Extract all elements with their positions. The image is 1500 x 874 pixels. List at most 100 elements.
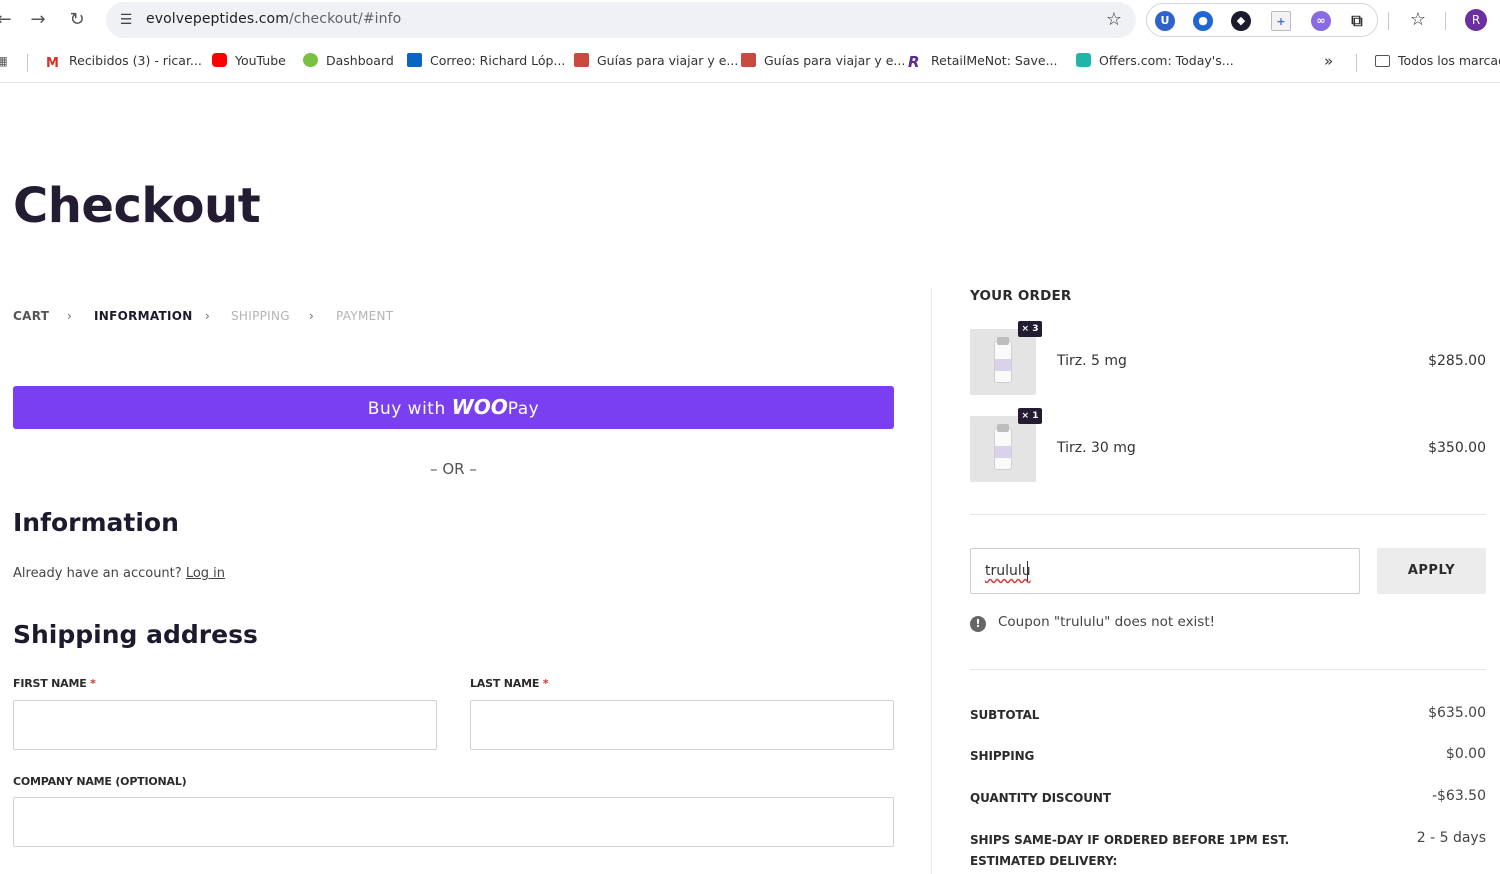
bookmark-item[interactable]: Offers.com: Today's... <box>1076 52 1234 70</box>
breadcrumb-payment: PAYMENT <box>336 309 394 323</box>
site-settings-icon[interactable]: ☰ <box>116 10 136 30</box>
login-link[interactable]: Log in <box>186 566 225 581</box>
text-caret <box>1027 561 1028 581</box>
or-divider: – OR – <box>430 460 477 478</box>
item-price: $350.00 <box>1428 440 1486 456</box>
shield-extension-icon[interactable]: ◆ <box>1231 11 1251 31</box>
last-name-label: LAST NAME * <box>470 677 549 690</box>
quantity-discount-label: QUANTITY DISCOUNT <box>970 791 1111 805</box>
page-title: Checkout <box>13 178 261 234</box>
url-path: /checkout/#info <box>288 11 402 27</box>
profile-avatar[interactable]: R <box>1465 9 1487 31</box>
first-name-field[interactable] <box>13 700 437 750</box>
bookmarks-bar: ▦ M Recibidos (3) - ricar... YouTube Dash… <box>0 48 1500 74</box>
chevron-right-icon: › <box>67 309 73 323</box>
reload-icon[interactable]: ↻ <box>65 8 89 32</box>
forward-icon[interactable]: → <box>26 8 50 32</box>
vial-cap <box>997 337 1009 345</box>
puzzle-extensions-icon[interactable]: ⧉ <box>1347 11 1367 31</box>
browser-chrome: ← → ↻ ☰ evolvepeptides.com/checkout/#inf… <box>0 0 1500 83</box>
vial-label <box>995 446 1011 458</box>
bookmarks-star-icon[interactable]: ☆ <box>1406 8 1430 32</box>
screen-capture-extension-icon[interactable]: + <box>1271 11 1291 31</box>
required-mark: * <box>90 677 96 690</box>
all-bookmarks-label: Todos los marcad <box>1398 53 1500 68</box>
address-bar[interactable]: ☰ evolvepeptides.com/checkout/#info ☆ <box>106 2 1136 38</box>
vial-cap <box>997 424 1009 432</box>
delivery-label-line-2: ESTIMATED DELIVERY: <box>970 854 1118 868</box>
last-name-field[interactable] <box>470 700 894 750</box>
folder-icon <box>1375 55 1390 67</box>
bookmark-label: Offers.com: Today's... <box>1099 53 1234 68</box>
apply-coupon-button[interactable]: APPLY <box>1377 548 1486 594</box>
offers-icon <box>1076 53 1091 67</box>
woopay-button[interactable]: Buy with WOOPay <box>13 386 894 429</box>
delivery-label-line-1: SHIPS SAME-DAY IF ORDERED BEFORE 1PM EST… <box>970 833 1290 847</box>
globe-extension-icon[interactable]: ● <box>1193 11 1213 31</box>
quantity-badge: × 1 <box>1018 408 1042 424</box>
bookmark-item[interactable]: Correo: Richard Lóp... <box>407 52 565 70</box>
account-prompt: Already have an account? Log in <box>13 566 225 581</box>
purple-extension-icon[interactable]: ∞ <box>1311 11 1331 31</box>
bookmark-separator <box>27 54 28 72</box>
bookmark-label: Guías para viajar y e... <box>597 53 739 68</box>
toolbar-separator <box>1445 12 1446 30</box>
order-summary-title: YOUR ORDER <box>970 288 1072 304</box>
back-icon[interactable]: ← <box>0 8 16 32</box>
totals-divider <box>970 669 1486 670</box>
subtotal-label: SUBTOTAL <box>970 708 1040 722</box>
travel-guide-icon <box>741 53 756 67</box>
woopay-prefix: Buy with <box>367 399 446 419</box>
bookmark-label: Dashboard <box>326 53 394 68</box>
shipping-label: SHIPPING <box>970 749 1035 763</box>
youtube-icon <box>212 53 227 67</box>
bookmark-label: RetailMeNot: Save... <box>931 53 1058 68</box>
url-host: evolvepeptides.com <box>146 11 289 27</box>
gmail-icon: M <box>46 57 61 71</box>
bookmark-item[interactable]: Guías para viajar y e... <box>574 52 738 70</box>
bookmark-label: Correo: Richard Lóp... <box>430 53 566 68</box>
apps-grid-icon[interactable]: ▦ <box>0 52 8 70</box>
quantity-badge: × 3 <box>1018 321 1042 337</box>
woopay-brand-pay: Pay <box>507 399 540 419</box>
chevron-right-icon: › <box>205 309 211 323</box>
toolbar-separator <box>1388 12 1389 30</box>
column-divider <box>931 288 932 874</box>
bookmark-item[interactable]: YouTube <box>212 52 286 70</box>
estimated-delivery-value: 2 - 5 days <box>1416 830 1486 846</box>
coupon-code-input[interactable]: trululu <box>970 548 1360 594</box>
bookmark-separator <box>1356 54 1357 72</box>
alert-icon: ! <box>970 616 986 632</box>
bitwarden-extension-icon[interactable]: U <box>1155 11 1175 31</box>
coupon-error-text: Coupon "trululu" does not exist! <box>998 614 1216 630</box>
travel-guide-icon <box>574 53 589 67</box>
woopay-brand-woo: WOO <box>451 395 508 419</box>
product-thumbnail <box>970 416 1036 482</box>
bookmark-star-icon[interactable]: ☆ <box>1106 9 1122 30</box>
item-name: Tirz. 5 mg <box>1057 353 1127 369</box>
account-prompt-text: Already have an account? <box>13 566 182 581</box>
all-bookmarks-folder[interactable]: Todos los marcad <box>1375 52 1500 70</box>
estimated-delivery-label: SHIPS SAME-DAY IF ORDERED BEFORE 1PM EST… <box>970 830 1289 872</box>
bookmarks-overflow-icon[interactable]: » <box>1324 52 1333 70</box>
bookmark-item[interactable]: M Recibidos (3) - ricar... <box>46 52 202 71</box>
item-name: Tirz. 30 mg <box>1057 440 1136 456</box>
company-name-field[interactable] <box>13 797 894 847</box>
bookmark-label: Guías para viajar y e... <box>764 53 906 68</box>
bookmark-item[interactable]: R RetailMeNot: Save... <box>908 52 1057 70</box>
extensions-group: U ● ◆ + ∞ ⧉ <box>1146 3 1378 37</box>
product-thumbnail <box>970 329 1036 395</box>
vial-label <box>995 359 1011 371</box>
outlook-icon <box>407 53 422 67</box>
shipping-value: $0.00 <box>1445 746 1486 762</box>
item-price: $285.00 <box>1428 353 1486 369</box>
breadcrumb-shipping: SHIPPING <box>231 309 290 323</box>
bookmark-item[interactable]: Dashboard <box>303 52 394 70</box>
subtotal-value: $635.00 <box>1428 705 1486 721</box>
information-heading: Information <box>13 508 179 537</box>
url-text[interactable]: evolvepeptides.com/checkout/#info <box>146 11 401 27</box>
breadcrumb-cart[interactable]: CART <box>13 309 49 323</box>
last-name-label-text: LAST NAME <box>470 677 540 690</box>
first-name-label-text: FIRST NAME <box>13 677 87 690</box>
bookmark-item[interactable]: Guías para viajar y e... <box>741 52 905 70</box>
